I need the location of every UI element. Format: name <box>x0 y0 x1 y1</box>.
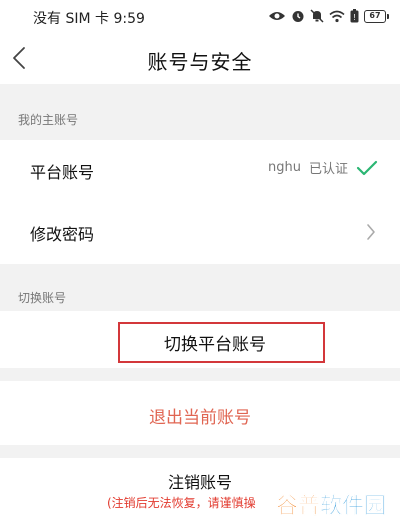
platform-account-status: nghu 已认证 <box>268 158 378 177</box>
change-password-arrow <box>366 223 376 241</box>
alarm-icon <box>292 11 304 22</box>
svg-text:!: ! <box>353 13 355 22</box>
status-icons: ! 67 <box>268 8 389 24</box>
section-label-main-account: 我的主账号 <box>18 113 79 127</box>
platform-account-row[interactable]: 平台账号 nghu 已认证 <box>0 140 400 202</box>
eye-icon <box>269 12 285 20</box>
logout-button[interactable]: 退出当前账号 <box>0 381 400 445</box>
check-icon <box>356 160 378 175</box>
wifi-icon <box>329 10 345 22</box>
nav-bar: 账号与安全 <box>0 34 400 84</box>
logout-label: 退出当前账号 <box>149 408 251 428</box>
battery-saver-icon: ! <box>350 9 359 23</box>
switch-platform-account-label: 切换平台账号 <box>164 335 266 355</box>
account-group: 平台账号 nghu 已认证 修改密码 <box>0 140 400 264</box>
account-name: nghu <box>268 160 301 175</box>
chevron-right-icon <box>367 224 375 240</box>
status-carrier-time: 没有 SIM 卡 9:59 <box>33 11 145 27</box>
verified-status: 已认证 <box>308 162 348 177</box>
platform-account-label: 平台账号 <box>30 163 95 182</box>
page-title: 账号与安全 <box>147 50 253 74</box>
section-label-switch-account: 切换账号 <box>18 291 67 305</box>
cancel-account-label: 注销账号 <box>167 473 232 492</box>
mute-bell-icon <box>310 9 324 23</box>
cancel-account-note: (注销后无法恢复，请谨慎操 <box>107 496 256 510</box>
switch-platform-account-button[interactable]: 切换平台账号 <box>0 311 400 368</box>
status-bar: 没有 SIM 卡 9:59 ! 67 <box>0 0 400 34</box>
change-password-row[interactable]: 修改密码 <box>0 202 400 264</box>
battery-icon: 67 <box>364 9 389 23</box>
cancel-account-button[interactable]: 注销账号 (注销后无法恢复，请谨慎操 <box>0 458 400 532</box>
change-password-label: 修改密码 <box>30 225 95 244</box>
